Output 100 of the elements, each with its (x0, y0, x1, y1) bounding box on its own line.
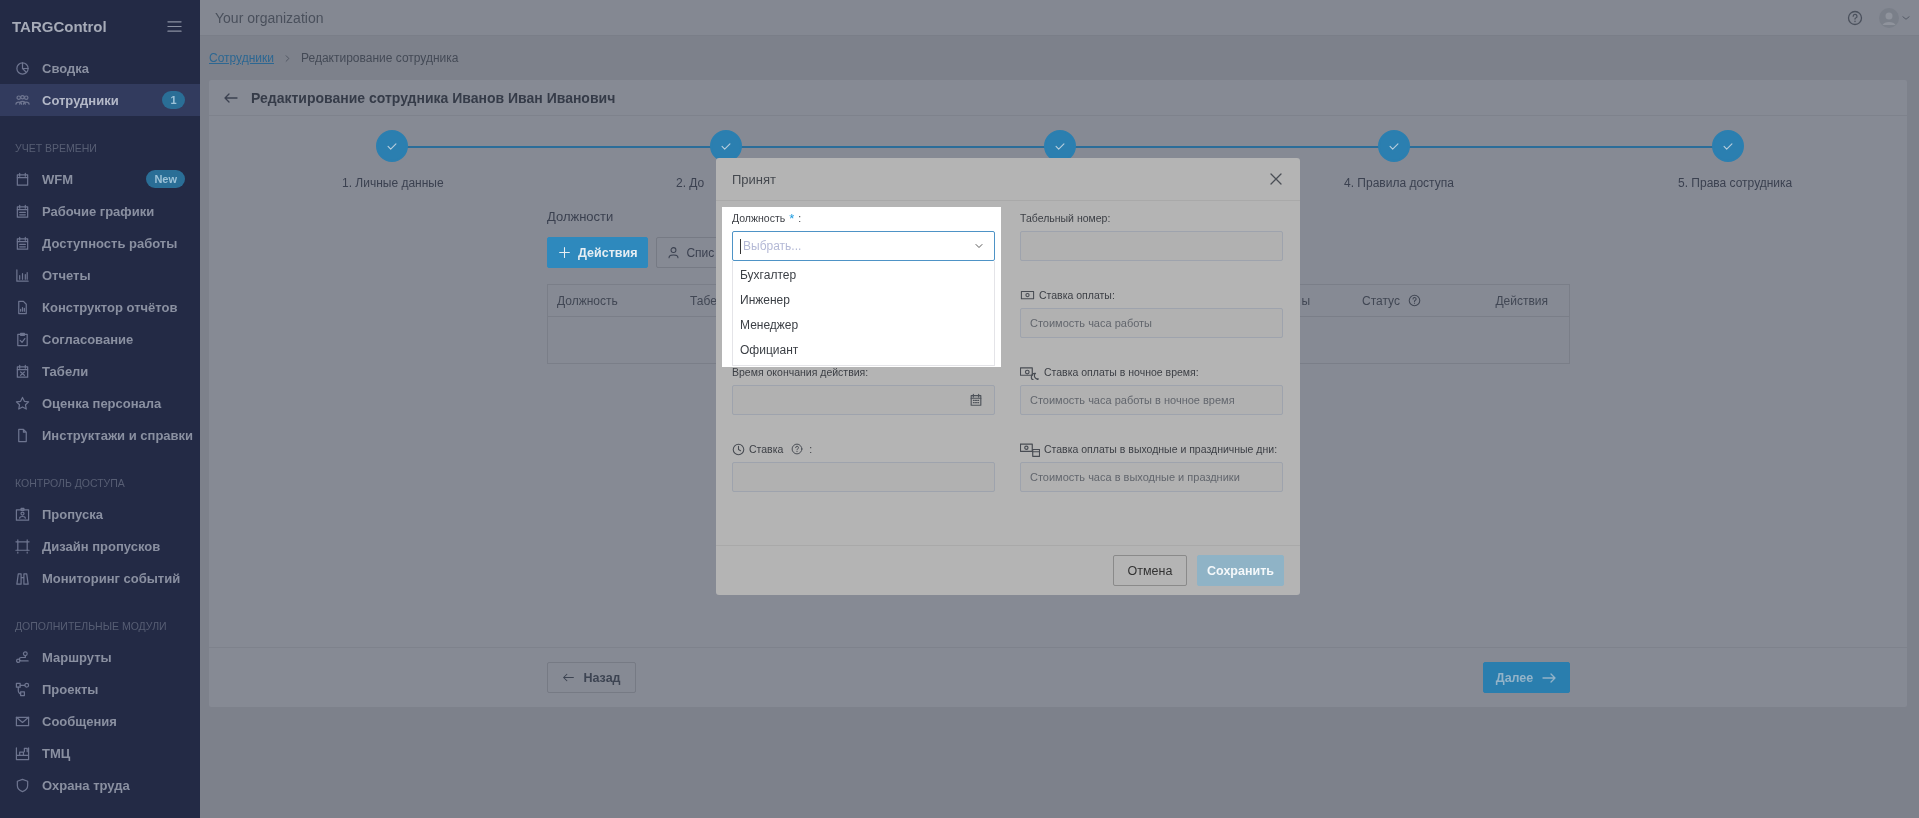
field-label: Время окончания действия: (732, 366, 869, 378)
banknote-icon (1020, 288, 1035, 302)
calendar-icon (15, 203, 30, 219)
step-circle[interactable] (1378, 130, 1410, 162)
star-icon (15, 395, 30, 411)
sidebar-item[interactable]: Маршруты (0, 641, 200, 673)
arrow-left-icon (562, 671, 576, 684)
step-label: 2. До (676, 176, 705, 190)
banknote-moon-icon (1020, 364, 1040, 380)
binoculars-icon (15, 570, 30, 586)
user-menu[interactable] (1879, 7, 1911, 28)
item-label: Пропуска (42, 506, 104, 522)
document-icon (15, 299, 30, 315)
step-circle[interactable] (376, 130, 408, 162)
field-label: Должность (732, 212, 786, 224)
dropdown-option[interactable]: Менеджер (733, 313, 994, 338)
item-label: Оценка персонала (42, 395, 163, 411)
sidebar-item[interactable]: Инструктажи и справки (0, 419, 200, 451)
sidebar-item[interactable]: Сводка (0, 52, 200, 84)
date-field[interactable] (732, 385, 995, 415)
shelves-icon (15, 745, 30, 761)
item-label: Проекты (42, 681, 100, 697)
close-button[interactable] (1268, 171, 1284, 187)
sidebar-item[interactable]: Согласование (0, 323, 200, 355)
document-icon (15, 427, 30, 443)
column-header: Действия (1495, 293, 1548, 308)
clipboard-check-icon (15, 331, 30, 347)
item-label: Сводка (42, 60, 90, 76)
field-label: Ставка оплаты: (1039, 289, 1115, 301)
field-label: Ставка (749, 443, 784, 455)
column-header: ы (1301, 293, 1310, 308)
step-label: 1. Личные данные (342, 176, 444, 190)
text-cursor (740, 239, 741, 254)
column-header: Статус (1362, 293, 1400, 308)
id-card-icon (15, 506, 30, 522)
item-label: Отчеты (42, 267, 92, 283)
column-header: Должность (557, 293, 618, 308)
label-colon: : (798, 212, 802, 224)
sidebar-item[interactable]: Оценка персонала (0, 387, 200, 419)
sidebar-item[interactable]: Табели (0, 355, 200, 387)
input-field[interactable]: Стоимость часа работы в ночное время (1020, 385, 1283, 415)
sidebar-item[interactable]: Конструктор отчётов (0, 291, 200, 323)
pie-chart-icon (15, 60, 30, 76)
shield-icon (15, 777, 30, 793)
field-label: Табельный номер: (1020, 212, 1111, 224)
required-mark: * (789, 210, 795, 226)
column-header: Табе (690, 293, 717, 308)
close-icon (1268, 171, 1284, 187)
actions-button[interactable]: Действия (547, 237, 649, 268)
banknote-calendar-icon (1020, 441, 1040, 457)
item-label: Мониторинг событий (42, 570, 182, 586)
dropdown-option[interactable]: Инженер (733, 288, 994, 313)
sidebar-item[interactable]: Пропуска (0, 498, 200, 530)
menu-icon (167, 18, 182, 34)
sidebar-item[interactable]: Отчеты (0, 259, 200, 291)
sidebar-item[interactable]: Дизайн пропусков (0, 530, 200, 562)
item-label: WFM (42, 171, 75, 187)
bar-chart-icon (15, 267, 30, 283)
sidebar-item[interactable]: Доступность работы (0, 227, 200, 259)
cancel-button[interactable]: Отмена (1113, 555, 1187, 586)
input-field[interactable]: Стоимость часа работы (1020, 308, 1283, 338)
breadcrumb-current: Редактирование сотрудника (301, 51, 459, 65)
sidebar-item[interactable]: Мониторинг событий (0, 562, 200, 594)
item-label: Конструктор отчётов (42, 299, 179, 315)
clock-icon (732, 442, 745, 456)
calendar-icon (15, 235, 30, 251)
dropdown-option[interactable]: Официант (733, 338, 994, 363)
sidebar-item[interactable]: ТМЦ (0, 737, 200, 769)
calendar-icon (969, 393, 983, 407)
item-label: Рабочие графики (42, 203, 156, 219)
section-title: Должности (547, 209, 614, 226)
people-icon (15, 92, 30, 108)
item-label: Сообщения (42, 713, 118, 729)
label-colon: : (809, 443, 813, 455)
back-button[interactable]: Назад (547, 662, 636, 693)
plus-icon (558, 246, 571, 259)
sidebar-item[interactable]: Сотрудники 1 (0, 84, 200, 116)
item-label: Табели (42, 363, 90, 379)
position-select[interactable]: Выбрать... (732, 231, 995, 261)
sidebar-item[interactable]: Рабочие графики (0, 195, 200, 227)
step-circle[interactable] (1712, 130, 1744, 162)
frame-icon (15, 538, 30, 554)
step-label: 5. Права сотрудника (1678, 176, 1793, 190)
calendar-icon (15, 171, 30, 187)
dialog-title: Принят (732, 171, 776, 187)
help-icon (1847, 9, 1863, 26)
calendar-icon (15, 363, 30, 379)
sidebar-item[interactable]: Сообщения (0, 705, 200, 737)
item-label: Охрана труда (42, 777, 131, 793)
item-label: ТМЦ (42, 745, 72, 761)
field-label: Ставка оплаты в выходные и праздничные дни: (1044, 443, 1278, 455)
item-label: Инструктажи и справки (42, 427, 194, 443)
nodes-icon (15, 681, 30, 697)
menu-button[interactable] (167, 18, 182, 34)
sidebar-item[interactable]: Охрана труда (0, 769, 200, 801)
count-badge: 1 (162, 91, 185, 109)
sidebar-item[interactable]: Проекты (0, 673, 200, 705)
input-field[interactable]: Стоимость часа в выходные и праздники (1020, 462, 1283, 492)
sidebar-item[interactable]: WFM New (0, 163, 200, 195)
field-label: Ставка оплаты в ночное время: (1044, 366, 1199, 378)
